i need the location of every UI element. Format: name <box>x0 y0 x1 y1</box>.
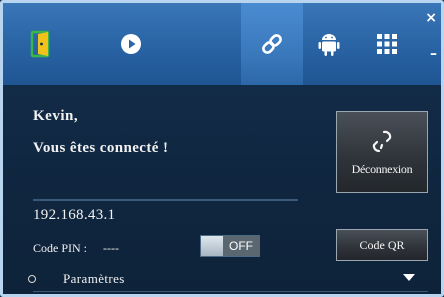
toolbar-exit-button[interactable] <box>3 3 81 85</box>
play-icon <box>121 34 141 54</box>
close-icon[interactable]: × <box>425 11 437 25</box>
ip-address: 192.168.43.1 <box>33 207 116 223</box>
pin-code-value: ---- <box>103 241 119 255</box>
connection-status-message: Vous êtes connecté ! <box>33 140 169 156</box>
toolbar-android-button[interactable] <box>307 3 351 85</box>
divider <box>33 199 298 201</box>
settings-underline <box>33 291 428 292</box>
top-toolbar: × – <box>3 3 441 85</box>
qr-code-button[interactable]: Code QR <box>336 229 428 261</box>
minimize-icon[interactable]: – <box>430 47 437 61</box>
pin-code-label: Code PIN : <box>33 241 87 255</box>
android-icon <box>318 34 340 56</box>
chevron-down-icon[interactable] <box>403 274 415 281</box>
disconnect-button[interactable]: Déconnexion <box>336 111 428 193</box>
link-icon <box>262 34 282 54</box>
exit-door-icon <box>30 30 50 58</box>
toolbar-apps-button[interactable] <box>363 3 411 85</box>
grid-apps-icon <box>377 34 397 54</box>
pin-toggle[interactable]: OFF <box>200 235 260 257</box>
toggle-state-label: OFF <box>223 236 259 256</box>
toolbar-link-button[interactable] <box>241 3 303 85</box>
bullet-icon <box>28 275 36 283</box>
user-greeting: Kevin, <box>33 108 79 124</box>
settings-row[interactable]: Paramètres <box>3 266 441 294</box>
broken-link-icon <box>372 130 392 152</box>
toolbar-play-button[interactable] <box>81 3 181 85</box>
app-window: × – Kevin, Vous êtes connecté ! Déconnex… <box>0 0 444 297</box>
disconnect-button-label: Déconnexion <box>351 161 413 176</box>
toggle-knob <box>201 236 223 256</box>
settings-label: Paramètres <box>63 271 125 286</box>
